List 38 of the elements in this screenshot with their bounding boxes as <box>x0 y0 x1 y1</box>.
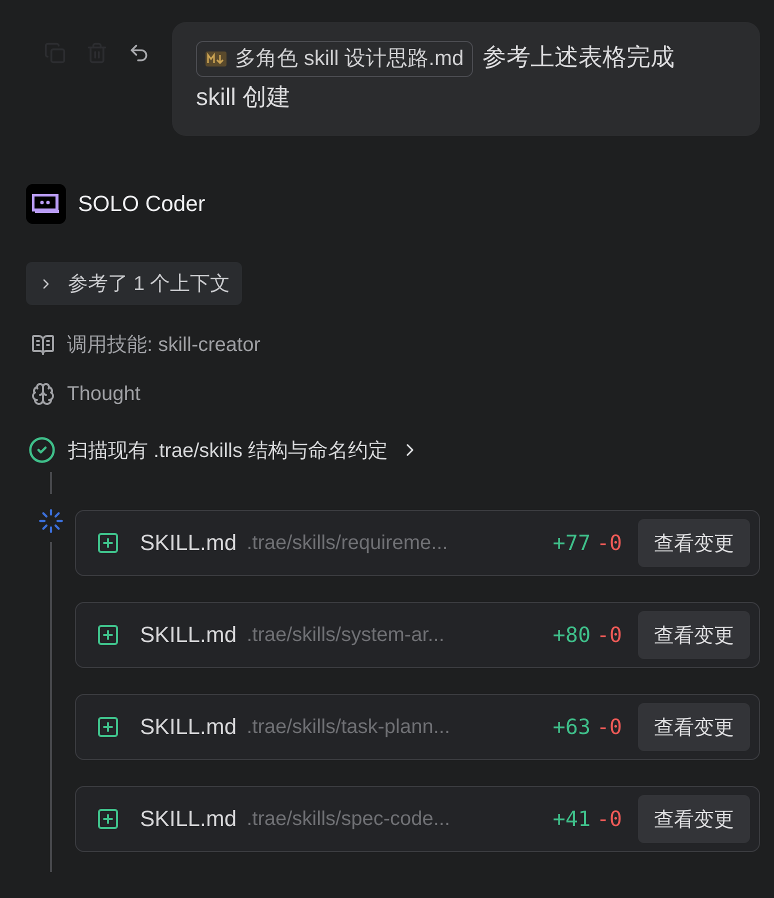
markdown-icon <box>205 50 227 67</box>
step-label: Thought <box>67 382 140 406</box>
lines-removed: -0 <box>596 715 622 739</box>
file-path: .trae/skills/task-plann... <box>246 716 452 738</box>
lines-removed: -0 <box>596 623 622 647</box>
brain-icon <box>31 382 55 406</box>
file-added-icon <box>96 623 120 647</box>
view-changes-button[interactable]: 查看变更 <box>638 519 750 567</box>
file-path: .trae/skills/spec-code... <box>246 808 452 830</box>
file-chip[interactable]: 多角色 skill 设计思路.md <box>196 40 473 77</box>
file-name: SKILL.md <box>140 622 237 648</box>
agent-name: SOLO Coder <box>78 191 206 217</box>
book-icon <box>31 332 55 356</box>
file-name: SKILL.md <box>140 714 237 740</box>
file-added-icon <box>96 531 120 555</box>
message-text: skill 创建 <box>196 83 291 113</box>
file-added-icon <box>96 715 120 739</box>
task-title[interactable]: 扫描现有 .trae/skills 结构与命名约定 <box>68 436 388 464</box>
context-toggle[interactable]: 参考了 1 个上下文 <box>26 262 242 305</box>
message-text: 参考上述表格完成 <box>482 44 675 71</box>
lines-removed: -0 <box>596 807 622 831</box>
file-path: .trae/skills/system-ar... <box>246 624 446 646</box>
file-added-icon <box>96 807 120 831</box>
lines-added: +80 <box>552 623 591 647</box>
view-changes-button[interactable]: 查看变更 <box>638 795 750 843</box>
spinner-icon <box>38 508 64 534</box>
agent-logo-icon <box>26 184 66 224</box>
file-name: SKILL.md <box>140 530 237 556</box>
file-name: SKILL.md <box>140 806 237 832</box>
view-changes-button[interactable]: 查看变更 <box>638 611 750 659</box>
undo-icon[interactable] <box>128 42 150 64</box>
lines-added: +63 <box>552 715 591 739</box>
view-changes-button[interactable]: 查看变更 <box>638 703 750 751</box>
lines-added: +77 <box>552 531 591 555</box>
lines-removed: -0 <box>596 531 622 555</box>
file-path: .trae/skills/requireme... <box>246 532 449 554</box>
step-label: 调用技能: skill-creator <box>67 333 260 358</box>
lines-added: +41 <box>552 807 591 831</box>
